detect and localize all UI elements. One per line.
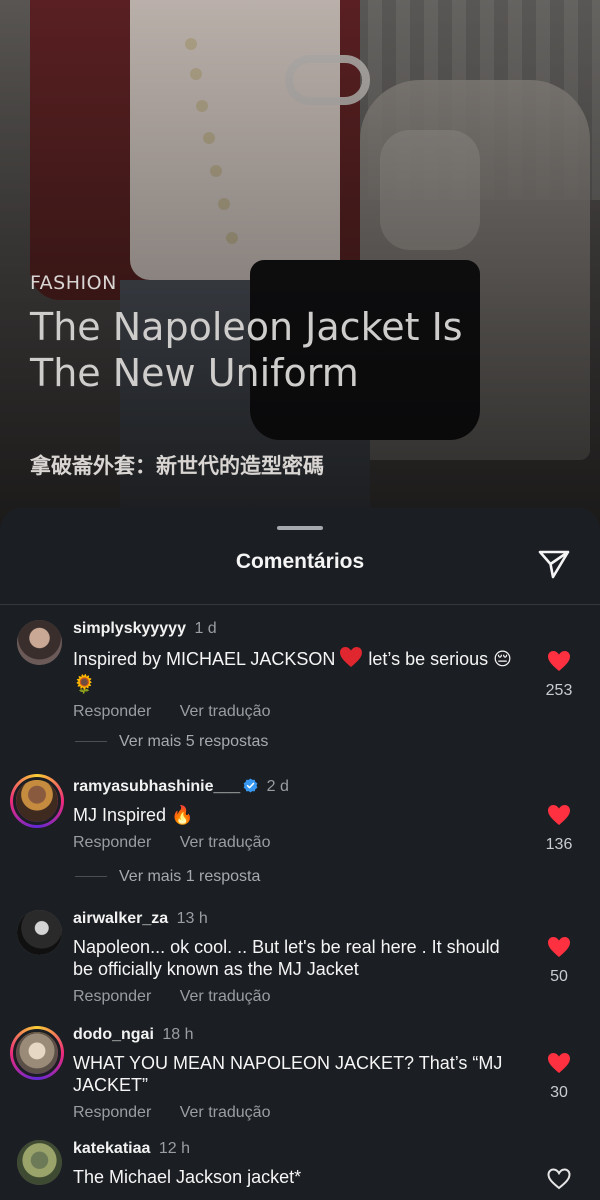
like-count: 253 xyxy=(545,682,573,699)
like-button[interactable]: 50 xyxy=(544,936,574,986)
comment-text: MJ Inspired 🔥 xyxy=(73,804,513,826)
comment-body: simplyskyyyyy 1 d Inspired by MICHAEL JA… xyxy=(73,620,513,721)
post-subtitle: 拿破崙外套：新世代的造型密碼 xyxy=(30,455,324,478)
comment-text: WHAT YOU MEAN NAPOLEON JACKET? That’s “M… xyxy=(73,1053,503,1095)
paper-plane-icon xyxy=(538,550,570,579)
comment-body: ramyasubhashinie___ 2 d MJ Inspired 🔥 Re… xyxy=(73,778,513,852)
like-button[interactable] xyxy=(544,1168,574,1190)
replies-line xyxy=(75,876,107,878)
translate-button[interactable]: Ver tradução xyxy=(180,1104,271,1121)
like-button[interactable]: 253 xyxy=(544,650,574,700)
comment-time: 18 h xyxy=(162,1026,194,1043)
heart-outline-icon xyxy=(547,1168,571,1190)
reply-button[interactable]: Responder xyxy=(73,988,151,1005)
heart-filled-icon xyxy=(548,805,570,825)
heart-filled-icon xyxy=(548,937,570,957)
comments-sheet: Comentários simplyskyyyyy 1 d Inspired b… xyxy=(0,508,600,1200)
comment-body: dodo_ngai 18 h WHAT YOU MEAN NAPOLEON JA… xyxy=(73,1026,513,1122)
comment-username[interactable]: katekatiaa xyxy=(73,1140,150,1157)
comment-text: The Michael Jackson jacket* xyxy=(73,1167,302,1187)
heart-filled-icon xyxy=(548,651,570,671)
sheet-header: Comentários xyxy=(0,538,600,604)
comment-text-part: MJ Inspired xyxy=(73,805,167,825)
translate-button[interactable]: Ver tradução xyxy=(180,834,271,851)
more-replies-label: Ver mais 5 respostas xyxy=(119,733,269,750)
comment-time: 12 h xyxy=(158,1140,190,1157)
comment-time: 13 h xyxy=(176,910,208,927)
comment-username[interactable]: ramyasubhashinie___ xyxy=(73,778,240,795)
avatar[interactable] xyxy=(17,620,62,665)
like-count: 50 xyxy=(550,968,568,985)
comment-text-part: Inspired by MICHAEL JACKSON xyxy=(73,649,336,669)
more-replies-label: Ver mais 1 resposta xyxy=(119,868,261,885)
sheet-title: Comentários xyxy=(235,550,365,573)
comment-body: katekatiaa 12 h The Michael Jackson jack… xyxy=(73,1140,513,1188)
post-title-line: The New Uniform xyxy=(30,351,359,395)
comment-username[interactable]: airwalker_za xyxy=(73,910,168,927)
like-count: 136 xyxy=(545,836,573,853)
reply-button[interactable]: Responder xyxy=(73,703,151,720)
sheet-drag-handle[interactable] xyxy=(277,526,323,530)
post-title-line: The Napoleon Jacket Is xyxy=(30,305,463,349)
like-button[interactable]: 136 xyxy=(544,804,574,854)
red-heart-emoji xyxy=(339,646,363,673)
view-more-replies[interactable]: Ver mais 5 respostas xyxy=(75,733,268,751)
post-category: FASHION xyxy=(30,272,117,294)
comment-body: airwalker_za 13 h Napoleon... ok cool. .… xyxy=(73,910,513,1006)
reply-button[interactable]: Responder xyxy=(73,1104,151,1121)
translate-button[interactable]: Ver tradução xyxy=(180,703,271,720)
avatar[interactable] xyxy=(10,774,64,828)
comment-username[interactable]: simplyskyyyyy xyxy=(73,620,186,637)
reply-button[interactable]: Responder xyxy=(73,834,151,851)
heart-filled-icon xyxy=(548,1053,570,1073)
comment-username[interactable]: dodo_ngai xyxy=(73,1026,154,1043)
comment-time: 2 d xyxy=(266,778,289,795)
share-button[interactable] xyxy=(536,544,572,580)
post-title: The Napoleon Jacket Is The New Uniform xyxy=(30,304,550,396)
comment-text: Inspired by MICHAEL JACKSON let’s be ser… xyxy=(73,646,513,695)
comment-text: Napoleon... ok cool. .. But let's be rea… xyxy=(73,937,500,979)
post-image: FASHION The Napoleon Jacket Is The New U… xyxy=(0,0,600,530)
post-caption: FASHION The Napoleon Jacket Is The New U… xyxy=(30,272,550,480)
like-button[interactable]: 30 xyxy=(544,1052,574,1102)
comment-time: 1 d xyxy=(194,620,217,637)
translate-button[interactable]: Ver tradução xyxy=(180,988,271,1005)
avatar[interactable] xyxy=(10,1026,64,1080)
replies-line xyxy=(75,741,107,743)
avatar[interactable] xyxy=(17,1140,62,1185)
comment-text-part: let’s be serious xyxy=(363,649,489,669)
like-count: 30 xyxy=(550,1084,568,1101)
divider xyxy=(0,604,600,605)
avatar[interactable] xyxy=(17,910,62,955)
view-more-replies[interactable]: Ver mais 1 resposta xyxy=(75,868,260,886)
fire-emoji: 🔥 xyxy=(171,805,194,825)
verified-badge-icon xyxy=(243,778,258,793)
